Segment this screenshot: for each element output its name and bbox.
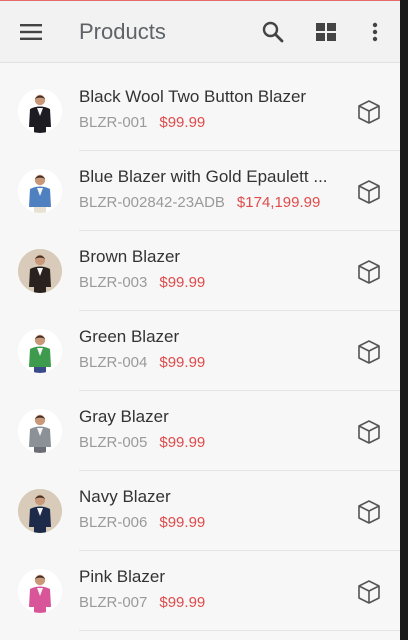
product-avatar [18, 409, 62, 453]
app-screen: Products Black Wool Two Button Blazer BLZ… [0, 0, 400, 640]
grid-view-button[interactable] [306, 12, 346, 52]
product-3d-view-button[interactable] [352, 177, 386, 207]
product-thumbnail-figure [18, 489, 62, 533]
product-sku: BLZR-006 [79, 514, 148, 531]
product-meta: BLZR-001 $99.99 [79, 113, 205, 133]
product-sku: BLZR-007 [79, 594, 148, 611]
product-thumbnail-figure [18, 249, 62, 293]
search-button[interactable] [253, 12, 293, 52]
product-row[interactable]: Gray Blazer BLZR-005 $99.99 [0, 391, 400, 471]
product-avatar [18, 569, 62, 613]
product-list: Black Wool Two Button Blazer BLZR-001 $99.… [0, 71, 400, 631]
product-name: Blue Blazer with Gold Epaulett ... [79, 167, 328, 186]
more-options-button[interactable] [355, 12, 395, 52]
menu-button[interactable] [11, 12, 51, 52]
search-icon [262, 21, 284, 43]
product-meta: BLZR-006 $99.99 [79, 513, 205, 533]
product-row[interactable]: Brown Blazer BLZR-003 $99.99 [0, 231, 400, 311]
cube-icon [358, 340, 380, 364]
product-sku: BLZR-004 [79, 354, 148, 371]
product-price: $99.99 [159, 274, 206, 291]
product-avatar [18, 169, 62, 213]
cube-icon [358, 420, 380, 444]
product-thumbnail-figure [18, 569, 62, 613]
product-meta: BLZR-003 $99.99 [79, 273, 205, 293]
product-sku: BLZR-003 [79, 274, 148, 291]
product-meta: BLZR-005 $99.99 [79, 433, 205, 453]
product-thumbnail-figure [18, 89, 62, 133]
product-name: Gray Blazer [79, 407, 169, 426]
product-meta: BLZR-007 $99.99 [79, 593, 205, 613]
product-thumbnail-figure [18, 329, 62, 373]
more-vert-icon [372, 22, 378, 42]
product-avatar [18, 329, 62, 373]
screen-edge [400, 0, 408, 640]
product-3d-view-button[interactable] [352, 417, 386, 447]
cube-icon [358, 500, 380, 524]
product-row[interactable]: Black Wool Two Button Blazer BLZR-001 $99.… [0, 71, 400, 151]
product-row[interactable]: Blue Blazer with Gold Epaulett ... BLZR-0… [0, 151, 400, 231]
product-price: $99.99 [159, 434, 206, 451]
product-thumbnail-figure [18, 409, 62, 453]
cube-icon [358, 580, 380, 604]
product-name: Brown Blazer [79, 247, 181, 266]
product-row[interactable]: Navy Blazer BLZR-006 $99.99 [0, 471, 400, 551]
app-toolbar: Products [0, 1, 400, 63]
product-price: $174,199.99 [236, 194, 321, 211]
product-avatar [18, 249, 62, 293]
product-row[interactable]: Pink Blazer BLZR-007 $99.99 [0, 551, 400, 631]
product-thumbnail-figure [18, 169, 62, 213]
cube-icon [358, 260, 380, 284]
cube-icon [358, 100, 380, 124]
row-divider [79, 630, 400, 631]
grid-view-icon [316, 23, 336, 41]
product-row[interactable]: Green Blazer BLZR-004 $99.99 [0, 311, 400, 391]
product-avatar [18, 89, 62, 133]
product-price: $99.99 [159, 114, 206, 131]
product-price: $99.99 [159, 354, 206, 371]
product-meta: BLZR-004 $99.99 [79, 353, 205, 373]
product-price: $99.99 [159, 594, 206, 611]
product-3d-view-button[interactable] [352, 257, 386, 287]
product-sku: BLZR-005 [79, 434, 148, 451]
product-sku: BLZR-002842-23ADB [79, 194, 225, 211]
product-meta: BLZR-002842-23ADB $174,199.99 [79, 193, 320, 213]
hamburger-menu-icon [20, 24, 42, 40]
product-3d-view-button[interactable] [352, 97, 386, 127]
product-avatar [18, 489, 62, 533]
page-title: Products [79, 19, 166, 44]
product-name: Navy Blazer [79, 487, 171, 506]
product-3d-view-button[interactable] [352, 497, 386, 527]
product-sku: BLZR-001 [79, 114, 148, 131]
product-name: Pink Blazer [79, 567, 165, 586]
cube-icon [358, 180, 380, 204]
product-3d-view-button[interactable] [352, 577, 386, 607]
product-name: Green Blazer [79, 327, 180, 346]
product-3d-view-button[interactable] [352, 337, 386, 367]
product-price: $99.99 [159, 514, 206, 531]
product-name: Black Wool Two Button Blazer [79, 87, 307, 106]
